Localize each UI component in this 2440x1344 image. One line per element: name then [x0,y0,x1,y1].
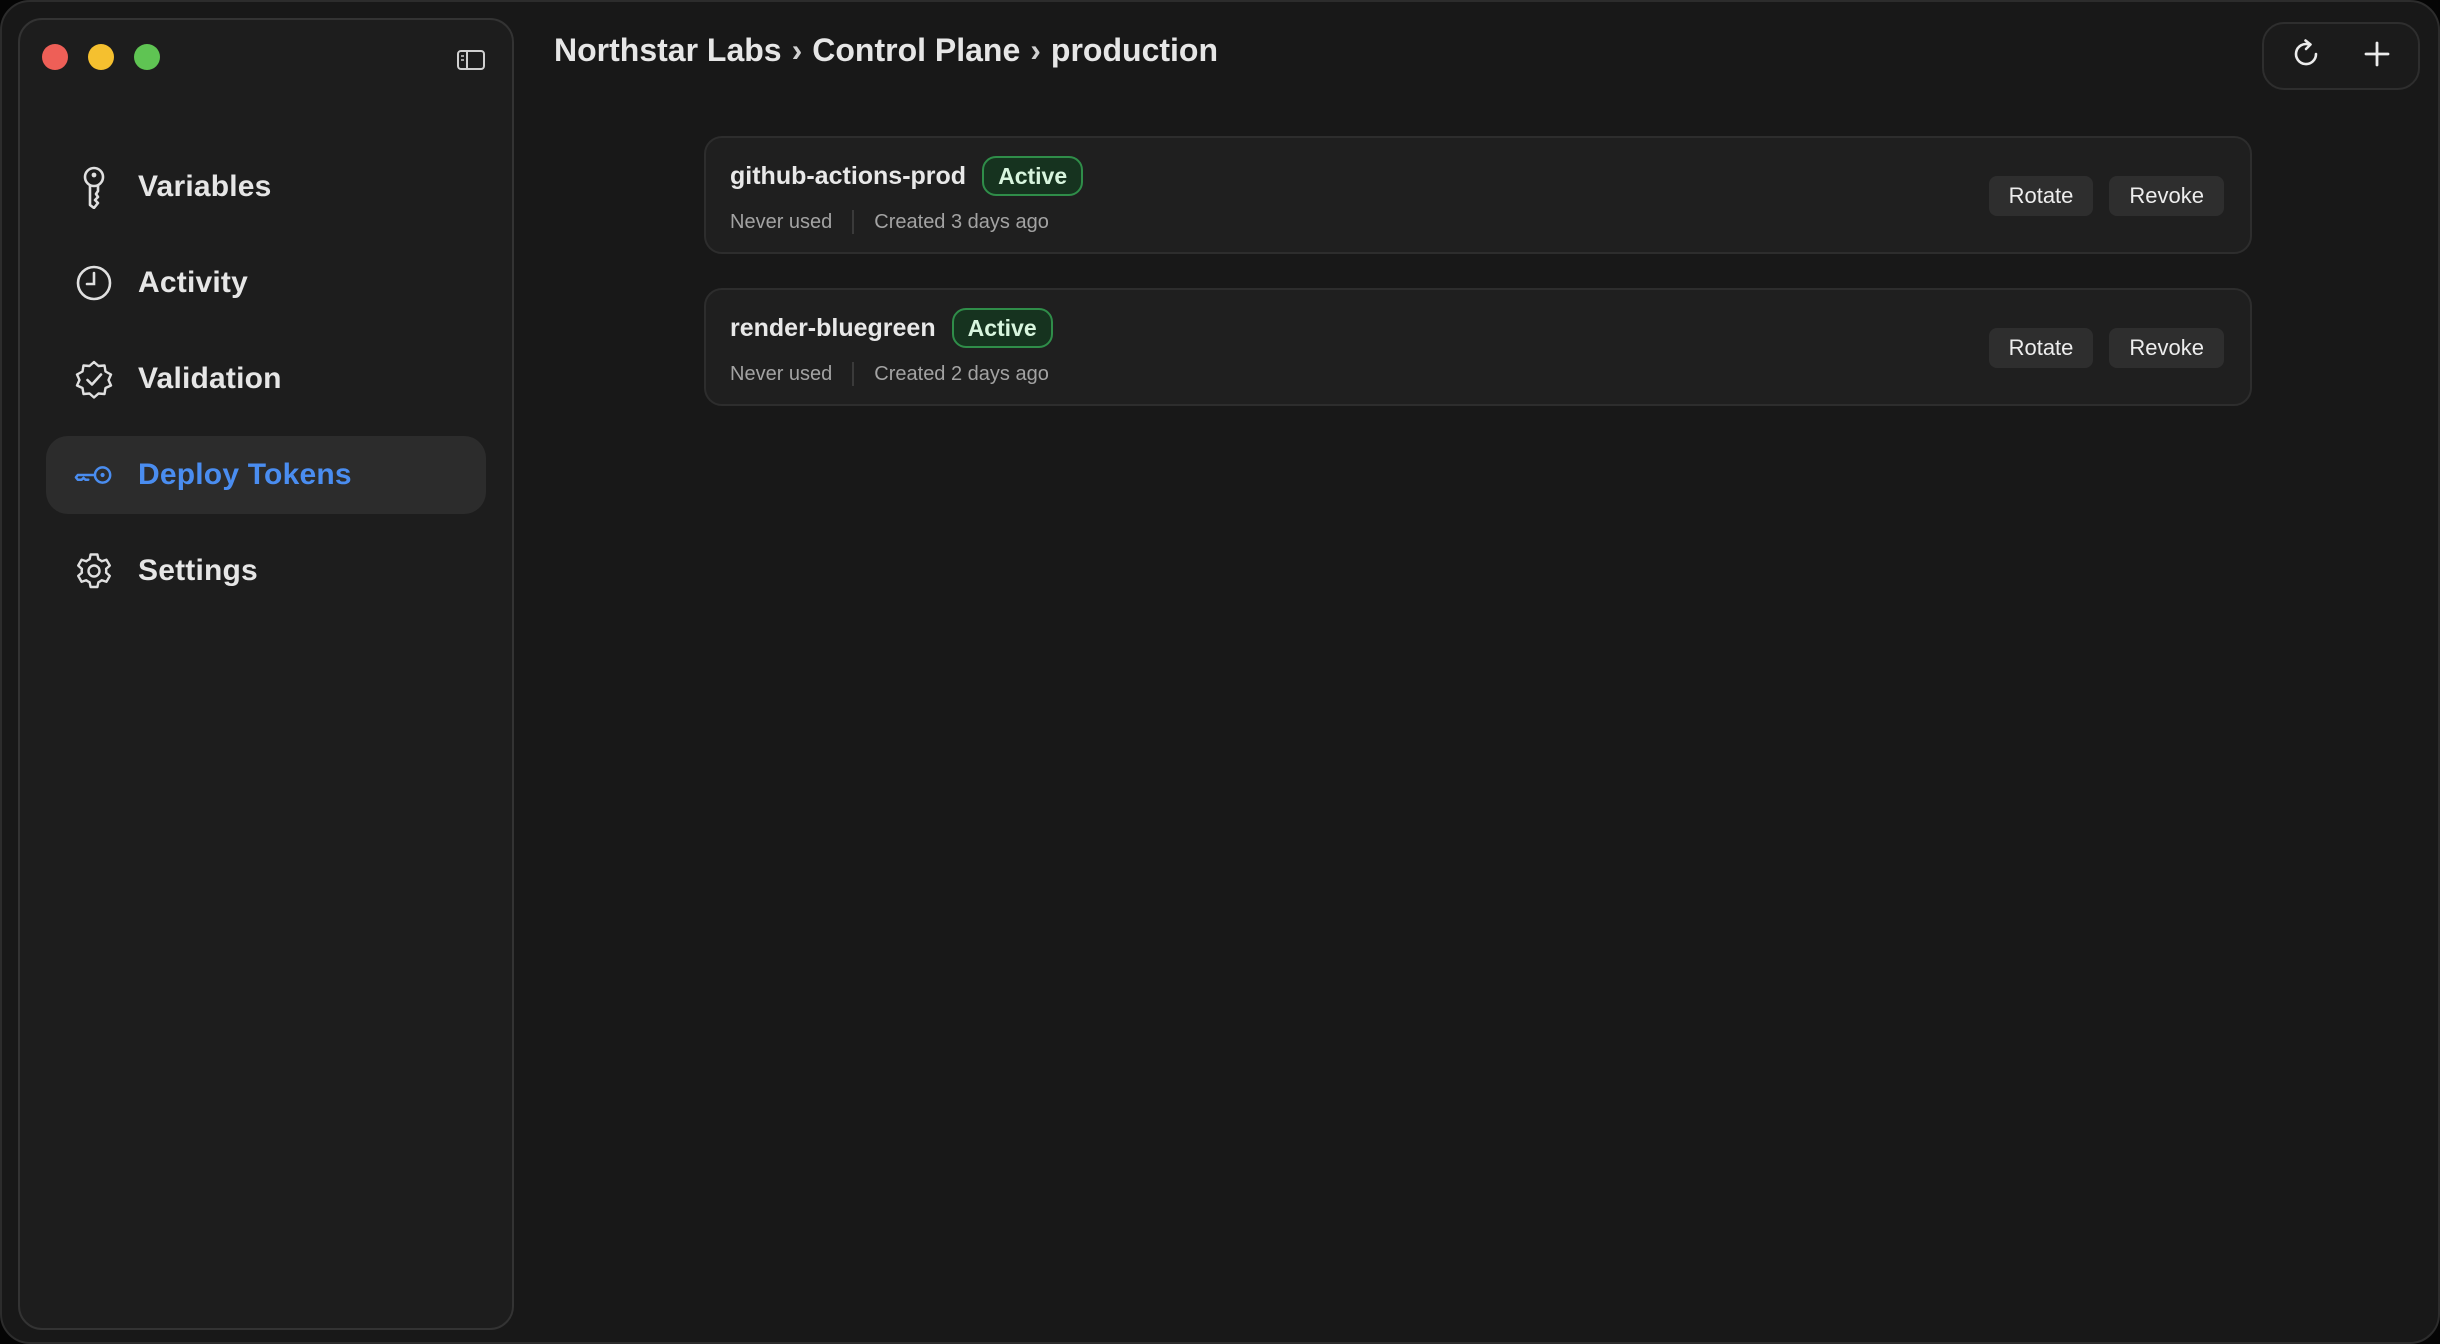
token-actions: Rotate Revoke [1973,176,2224,216]
key-icon [74,166,114,209]
app-window: Variables Activity Validation Deploy Tok… [0,0,2440,1344]
token-card: github-actions-prod Active Never used Cr… [704,136,2252,254]
refresh-button[interactable] [2278,28,2334,84]
sidebar-item-deploy-tokens[interactable]: Deploy Tokens [46,436,486,514]
window-controls [42,44,180,70]
refresh-icon [2289,37,2323,76]
token-created: Created 3 days ago [874,210,1049,233]
header-actions [2262,22,2420,90]
sidebar-toggle-icon[interactable] [456,48,486,72]
sidebar: Variables Activity Validation Deploy Tok… [18,18,514,1330]
rotate-button[interactable]: Rotate [1988,176,2094,216]
token-meta: Never used Created 3 days ago [730,210,1049,234]
meta-divider [852,210,855,234]
badge-check-icon [74,359,114,399]
maximize-window-button[interactable] [134,44,160,70]
token-list: github-actions-prod Active Never used Cr… [704,136,2252,440]
token-title-row: github-actions-prod Active [730,156,1084,196]
sidebar-item-label: Settings [138,554,258,587]
clock-icon [74,263,114,303]
sidebar-item-variables[interactable]: Variables [46,148,486,226]
token-name: github-actions-prod [730,161,967,190]
breadcrumb-org[interactable]: Northstar Labs [554,32,782,69]
token-meta: Never used Created 2 days ago [730,362,1049,386]
sidebar-item-label: Validation [138,362,282,395]
deploy-key-icon [74,455,114,495]
gear-icon [74,551,114,591]
breadcrumb: Northstar Labs › Control Plane › product… [554,32,1218,69]
token-created: Created 2 days ago [874,362,1049,385]
sidebar-item-label: Activity [138,266,248,299]
minimize-window-button[interactable] [88,44,114,70]
sidebar-item-label: Deploy Tokens [138,458,352,491]
sidebar-item-label: Variables [138,170,272,203]
breadcrumb-environment[interactable]: production [1051,32,1218,69]
token-last-used: Never used [730,210,833,233]
breadcrumb-project[interactable]: Control Plane [812,32,1020,69]
status-badge: Active [951,308,1053,348]
token-title-row: render-bluegreen Active [730,308,1053,348]
add-token-button[interactable] [2349,28,2405,84]
rotate-button[interactable]: Rotate [1988,328,2094,368]
revoke-button[interactable]: Revoke [2109,176,2224,216]
token-last-used: Never used [730,362,833,385]
breadcrumb-separator: › [1030,32,1041,68]
plus-icon [2361,38,2393,75]
token-name: render-bluegreen [730,313,936,342]
meta-divider [852,362,855,386]
sidebar-item-settings[interactable]: Settings [46,532,486,610]
sidebar-nav: Variables Activity Validation Deploy Tok… [46,148,486,628]
status-badge: Active [982,156,1084,196]
breadcrumb-separator: › [791,32,803,68]
close-window-button[interactable] [42,44,68,70]
sidebar-item-activity[interactable]: Activity [46,244,486,322]
token-card: render-bluegreen Active Never used Creat… [704,288,2252,406]
token-actions: Rotate Revoke [1973,328,2224,368]
revoke-button[interactable]: Revoke [2109,328,2224,368]
sidebar-item-validation[interactable]: Validation [46,340,486,418]
